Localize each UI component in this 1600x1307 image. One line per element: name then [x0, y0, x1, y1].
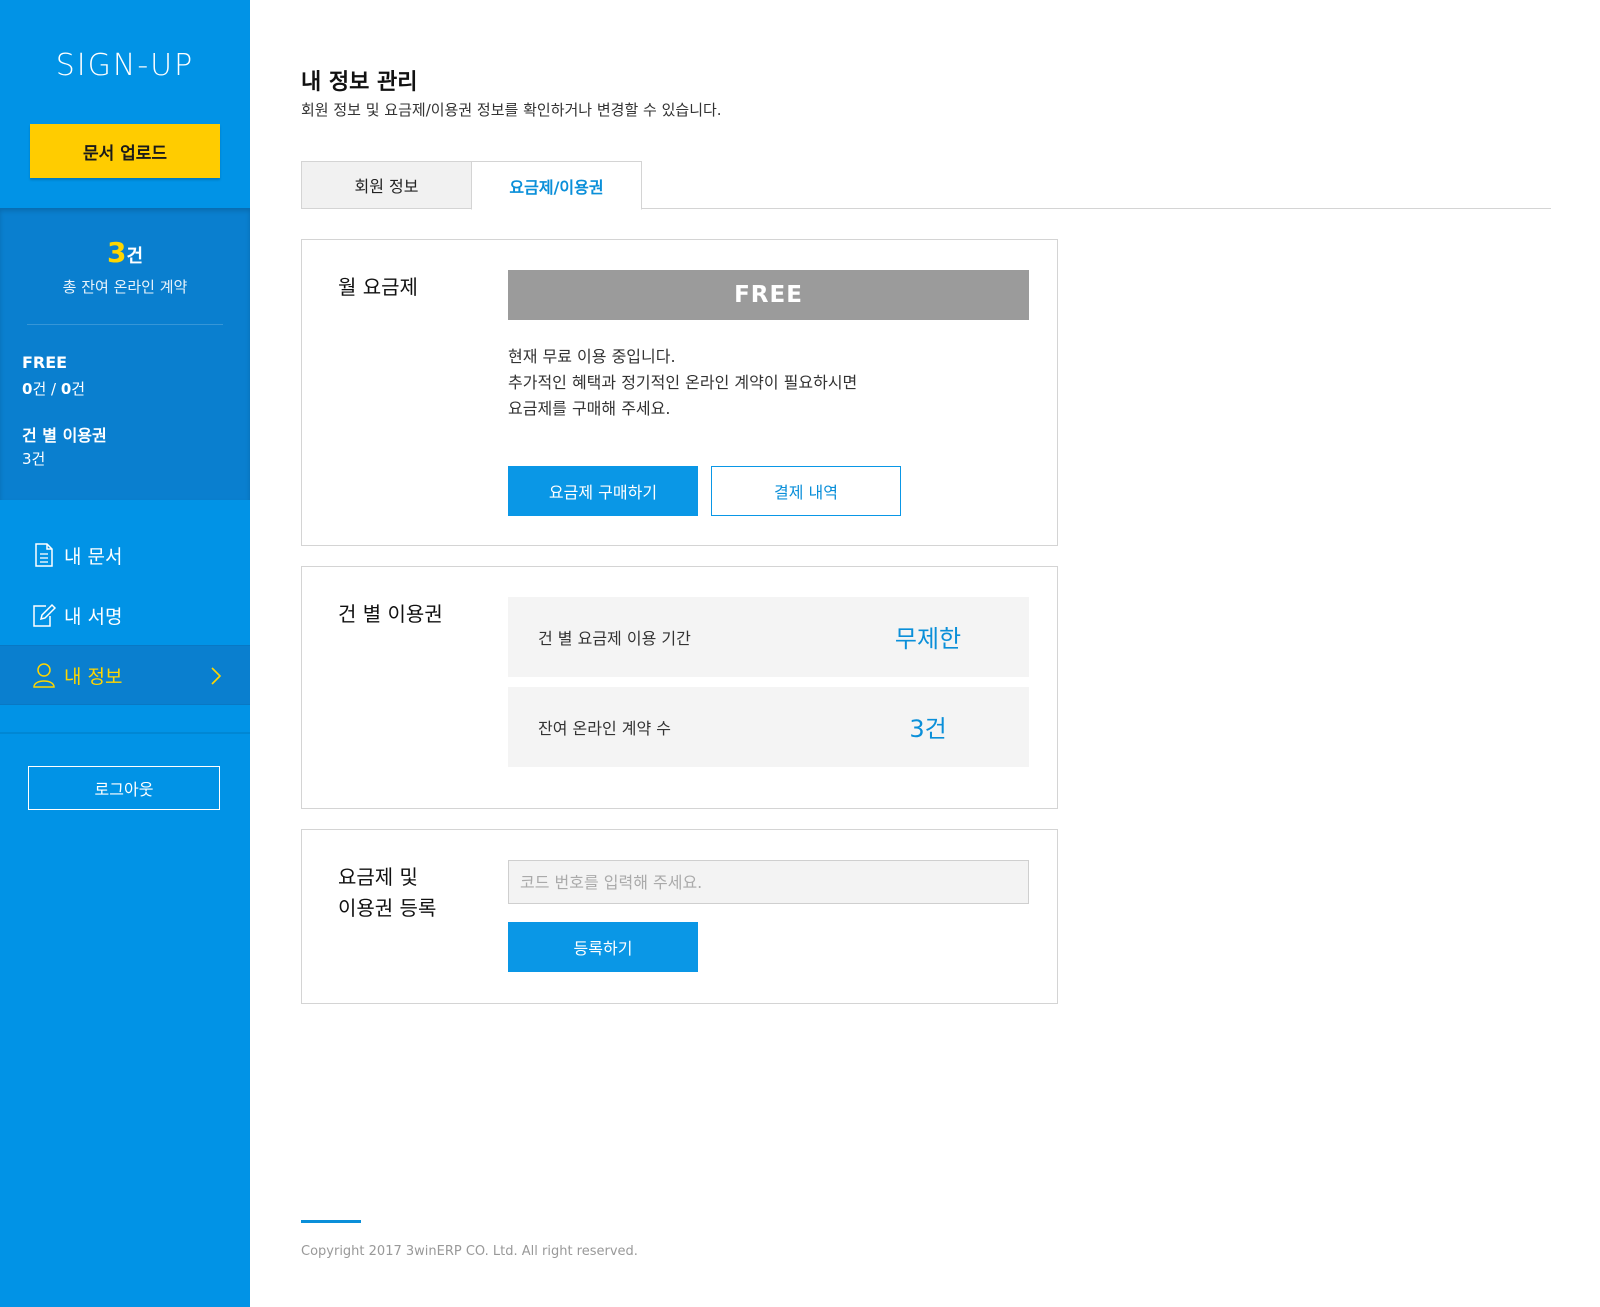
plan-usage: 0건 / 0건	[22, 378, 85, 399]
sidebar-item-my-info[interactable]: 내 정보	[0, 645, 250, 705]
plan-total-number: 0	[60, 380, 72, 398]
user-icon	[32, 662, 56, 688]
ticket-period-value: 무제한	[894, 625, 962, 653]
app-logo[interactable]: SIGN-UP	[0, 48, 250, 83]
sign-edit-icon	[32, 602, 56, 628]
sidebar-item-label: 내 서명	[64, 605, 123, 628]
remaining-contracts-label: 잔여 온라인 계약 수	[538, 719, 672, 738]
plan-used-number: 0	[22, 380, 33, 398]
plan-message: 현재 무료 이용 중입니다. 추가적인 혜택과 정기적인 온라인 계약이 필요하…	[508, 344, 857, 422]
current-plan-name: FREE	[22, 353, 68, 372]
plan-message-line: 요금제를 구매해 주세요.	[508, 399, 671, 418]
nav-divider	[0, 732, 250, 734]
current-plan-badge: FREE	[508, 270, 1029, 320]
tab-plan-ticket[interactable]: 요금제/이용권	[471, 161, 642, 210]
contract-stats-panel: 3건 총 잔여 온라인 계약 FREE 0건 / 0건 건 별 이용권 3건	[0, 208, 250, 500]
monthly-plan-card: 월 요금제 FREE 현재 무료 이용 중입니다. 추가적인 혜택과 정기적인 …	[301, 239, 1058, 546]
chevron-right-icon	[210, 666, 222, 691]
register-title-line: 이용권 등록	[338, 896, 437, 920]
ticket-period-row: 건 별 요금제 이용 기간 무제한	[508, 597, 1029, 677]
stats-divider	[27, 324, 223, 325]
logout-button[interactable]: 로그아웃	[28, 766, 220, 810]
info-tabs: 회원 정보 요금제/이용권	[301, 161, 1551, 210]
ticket-period-label: 건 별 요금제 이용 기간	[538, 629, 691, 648]
register-code-card: 요금제 및 이용권 등록 등록하기	[301, 829, 1058, 1004]
sidebar: SIGN-UP 문서 업로드 3건 총 잔여 온라인 계약 FREE 0건 / …	[0, 0, 250, 1307]
plan-used-unit: 건	[32, 380, 47, 398]
copyright-text: Copyright 2017 3winERP CO. Ltd. All righ…	[301, 1244, 638, 1259]
remaining-contracts-value: 3건	[909, 715, 947, 743]
remaining-contract-count: 3건	[0, 236, 250, 269]
per-case-ticket-title: 건 별 이용권	[338, 602, 443, 626]
footer-accent-line	[301, 1220, 361, 1223]
remaining-contracts-row: 잔여 온라인 계약 수 3건	[508, 687, 1029, 767]
plan-message-line: 추가적인 혜택과 정기적인 온라인 계약이 필요하시면	[508, 373, 858, 392]
document-icon	[32, 542, 56, 568]
register-title-line: 요금제 및	[338, 865, 418, 889]
plan-total-unit: 건	[71, 380, 86, 398]
ticket-name: 건 별 이용권	[22, 426, 107, 445]
plan-usage-separator: /	[46, 380, 61, 398]
buy-plan-button[interactable]: 요금제 구매하기	[508, 466, 698, 516]
register-code-button[interactable]: 등록하기	[508, 922, 698, 972]
code-number-input[interactable]	[508, 860, 1029, 904]
sidebar-nav: 내 문서 내 서명 내 정보	[0, 525, 250, 705]
tab-member-info[interactable]: 회원 정보	[301, 161, 472, 209]
register-code-title: 요금제 및 이용권 등록	[338, 862, 436, 924]
upload-document-button[interactable]: 문서 업로드	[30, 124, 220, 178]
remaining-count-unit: 건	[126, 246, 144, 267]
sidebar-item-label: 내 문서	[64, 545, 123, 568]
sidebar-item-my-signatures[interactable]: 내 서명	[0, 585, 250, 645]
page-title: 내 정보 관리	[301, 70, 418, 95]
per-case-ticket-card: 건 별 이용권 건 별 요금제 이용 기간 무제한 잔여 온라인 계약 수 3건	[301, 566, 1058, 809]
remaining-contract-label: 총 잔여 온라인 계약	[62, 278, 188, 296]
remaining-count-number: 3	[106, 236, 127, 269]
sidebar-item-label: 내 정보	[64, 665, 123, 688]
page-description: 회원 정보 및 요금제/이용권 정보를 확인하거나 변경할 수 있습니다.	[301, 101, 722, 119]
payment-history-button[interactable]: 결제 내역	[711, 466, 901, 516]
ticket-count: 3건	[22, 450, 46, 468]
plan-message-line: 현재 무료 이용 중입니다.	[508, 347, 676, 366]
monthly-plan-title: 월 요금제	[338, 275, 418, 299]
sidebar-item-my-documents[interactable]: 내 문서	[0, 525, 250, 585]
